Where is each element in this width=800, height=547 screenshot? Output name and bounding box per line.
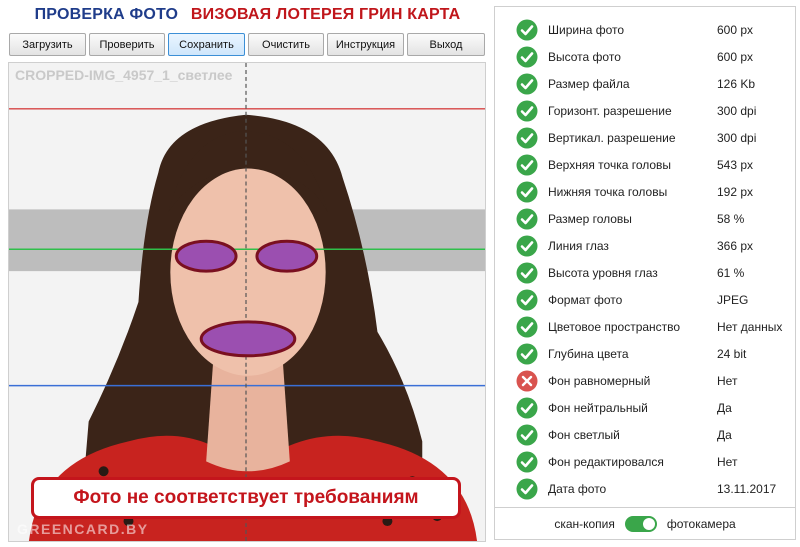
check-row: Верхняя точка головы 543 px bbox=[495, 151, 795, 178]
check-ok-icon bbox=[516, 19, 538, 40]
check-button[interactable]: Проверить bbox=[89, 33, 165, 56]
check-label: Высота уровня глаз bbox=[548, 265, 658, 280]
check-row: Фон равномерный Нет bbox=[495, 367, 795, 394]
title-right: ВИЗОВАЯ ЛОТЕРЕЯ ГРИН КАРТА bbox=[190, 6, 461, 23]
exit-button[interactable]: Выход bbox=[407, 33, 485, 56]
check-row: Размер файла 126 Kb bbox=[495, 70, 795, 97]
check-value: 13.11.2017 bbox=[717, 481, 777, 496]
portrait-photo bbox=[9, 63, 485, 541]
check-label: Высота фото bbox=[548, 49, 621, 64]
check-value: 126 Kb bbox=[717, 76, 756, 91]
app-title: ПРОВЕРКА ФОТО ВИЗОВАЯ ЛОТЕРЕЯ ГРИН КАРТА bbox=[0, 6, 495, 24]
check-value: Да bbox=[717, 427, 732, 442]
check-ok-icon bbox=[516, 289, 538, 310]
watermark-text: GREENCARD.BY bbox=[17, 521, 149, 537]
toolbar: Загрузить Проверить Сохранить Очистить И… bbox=[9, 33, 485, 56]
check-ok-icon bbox=[516, 127, 538, 148]
check-row: Фон нейтральный Да bbox=[495, 394, 795, 421]
verdict-banner: Фото не соответствует требованиям bbox=[31, 477, 461, 519]
check-value: JPEG bbox=[717, 292, 749, 307]
check-label: Верхняя точка головы bbox=[548, 157, 672, 172]
check-ok-icon bbox=[516, 73, 538, 94]
check-ok-icon bbox=[516, 424, 538, 445]
check-value: Да bbox=[717, 400, 732, 415]
check-label: Дата фото bbox=[548, 481, 607, 496]
toggle-knob bbox=[642, 517, 655, 530]
check-ok-icon bbox=[516, 154, 538, 175]
check-label: Вертикал. разрешение bbox=[548, 130, 676, 145]
check-label: Фон равномерный bbox=[548, 373, 651, 388]
check-row: Цветовое пространство Нет данных bbox=[495, 313, 795, 340]
check-label: Фон светлый bbox=[548, 427, 620, 442]
check-ok-icon bbox=[516, 397, 538, 418]
check-row: Дата фото 13.11.2017 bbox=[495, 475, 795, 502]
check-row: Высота фото 600 px bbox=[495, 43, 795, 70]
check-label: Формат фото bbox=[548, 292, 623, 307]
check-value: 300 dpi bbox=[717, 103, 757, 118]
check-ok-icon bbox=[516, 262, 538, 283]
check-value: 300 dpi bbox=[717, 130, 757, 145]
check-label: Размер файла bbox=[548, 76, 630, 91]
check-value: 192 px bbox=[717, 184, 754, 199]
toggle-left-label: скан-копия bbox=[554, 516, 615, 531]
check-value: 366 px bbox=[717, 238, 754, 253]
check-value: 58 % bbox=[717, 211, 745, 226]
check-label: Фон редактировался bbox=[548, 454, 664, 469]
check-ok-icon bbox=[516, 343, 538, 364]
check-row: Фон редактировался Нет bbox=[495, 448, 795, 475]
instructions-button[interactable]: Инструкция bbox=[327, 33, 404, 56]
check-row: Фон светлый Да bbox=[495, 421, 795, 448]
title-left: ПРОВЕРКА ФОТО bbox=[34, 6, 179, 23]
check-label: Горизонт. разрешение bbox=[548, 103, 672, 118]
check-value: 61 % bbox=[717, 265, 745, 280]
check-row: Глубина цвета 24 bit bbox=[495, 340, 795, 367]
check-ok-icon bbox=[516, 46, 538, 67]
check-value: 24 bit bbox=[717, 346, 747, 361]
check-value: 600 px bbox=[717, 22, 754, 37]
clear-button[interactable]: Очистить bbox=[248, 33, 324, 56]
check-row: Размер головы 58 % bbox=[495, 205, 795, 232]
check-label: Ширина фото bbox=[548, 22, 625, 37]
check-label: Фон нейтральный bbox=[548, 400, 648, 415]
check-label: Линия глаз bbox=[548, 238, 609, 253]
check-value: Нет bbox=[717, 373, 738, 388]
check-row: Нижняя точка головы 192 px bbox=[495, 178, 795, 205]
check-ok-icon bbox=[516, 478, 538, 499]
check-row: Горизонт. разрешение 300 dpi bbox=[495, 97, 795, 124]
load-button[interactable]: Загрузить bbox=[9, 33, 86, 56]
check-row: Вертикал. разрешение 300 dpi bbox=[495, 124, 795, 151]
check-value: 543 px bbox=[717, 157, 754, 172]
check-value: Нет данных bbox=[717, 319, 783, 334]
check-ok-icon bbox=[516, 316, 538, 337]
check-value: 600 px bbox=[717, 49, 754, 64]
photo-viewer[interactable]: CROPPED-IMG_4957_1_светлее Фото не соотв… bbox=[8, 62, 486, 542]
check-ok-icon bbox=[516, 208, 538, 229]
check-ok-icon bbox=[516, 235, 538, 256]
photo-filename: CROPPED-IMG_4957_1_светлее bbox=[15, 67, 233, 83]
source-toggle[interactable] bbox=[624, 515, 657, 532]
check-label: Нижняя точка головы bbox=[548, 184, 668, 199]
check-row: Формат фото JPEG bbox=[495, 286, 795, 313]
check-label: Цветовое пространство bbox=[548, 319, 681, 334]
checks-panel: Ширина фото 600 px Высота фото 600 px Размер… bbox=[494, 6, 796, 508]
check-label: Размер головы bbox=[548, 211, 632, 226]
source-toggle-bar: скан-копия фотокамера bbox=[494, 508, 796, 540]
check-ok-icon bbox=[516, 451, 538, 472]
save-button[interactable]: Сохранить bbox=[168, 33, 245, 56]
check-row: Высота уровня глаз 61 % bbox=[495, 259, 795, 286]
check-value: Нет bbox=[717, 454, 738, 469]
check-ok-icon bbox=[516, 100, 538, 121]
check-fail-icon bbox=[516, 370, 538, 391]
toggle-right-label: фотокамера bbox=[666, 516, 736, 531]
check-label: Глубина цвета bbox=[548, 346, 629, 361]
check-row: Линия глаз 366 px bbox=[495, 232, 795, 259]
check-ok-icon bbox=[516, 181, 538, 202]
check-row: Ширина фото 600 px bbox=[495, 16, 795, 43]
